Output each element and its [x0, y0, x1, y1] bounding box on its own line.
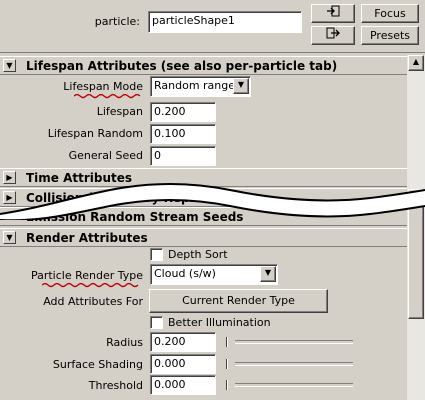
current-render-type-button[interactable]: Current Render Type: [149, 289, 328, 313]
input-arrow-icon: [326, 5, 340, 20]
header-area: particle: particleShape1 Focus Presets: [0, 0, 425, 50]
surface-shading-slider[interactable]: [235, 362, 353, 366]
particle-render-type-value: Cloud (s/w): [154, 267, 216, 280]
focus-button[interactable]: Focus: [361, 4, 419, 23]
lifespan-mode-label: Lifespan Mode: [63, 80, 143, 93]
better-illumination-checkbox[interactable]: [150, 316, 163, 329]
particle-render-type-label: Particle Render Type: [30, 269, 143, 282]
select-node-button[interactable]: [311, 4, 355, 23]
collapse-triangle-icon[interactable]: ▼: [3, 231, 16, 244]
red-underline-mark: [74, 93, 141, 99]
radius-slider-thumb[interactable]: [226, 337, 228, 347]
dropdown-arrow-icon[interactable]: ▼: [233, 78, 249, 94]
depth-sort-label: Depth Sort: [168, 248, 228, 261]
depth-sort-checkbox[interactable]: [150, 248, 163, 261]
output-arrow-icon: [326, 27, 340, 42]
output-node-button[interactable]: [311, 26, 355, 45]
vertical-scrollbar[interactable]: ▲: [407, 55, 425, 400]
lifespan-random-label: Lifespan Random: [47, 127, 143, 140]
general-seed-label: General Seed: [68, 149, 143, 162]
dropdown-arrow-icon[interactable]: ▼: [260, 266, 276, 282]
radius-field[interactable]: 0.200: [150, 332, 216, 352]
radius-slider[interactable]: [235, 340, 353, 344]
surface-shading-slider-thumb[interactable]: [226, 359, 228, 369]
better-illumination-label: Better Illumination: [168, 316, 271, 329]
add-attributes-label: Add Attributes For: [43, 295, 143, 308]
scroll-up-button[interactable]: ▲: [408, 55, 424, 71]
particle-name-field[interactable]: particleShape1: [148, 11, 302, 33]
page-tear-graphic: [0, 183, 425, 220]
lifespan-field[interactable]: 0.200: [150, 102, 216, 122]
threshold-slider-thumb[interactable]: [226, 380, 228, 390]
lifespan-mode-dropdown[interactable]: Random range ▼: [150, 76, 251, 97]
render-section-header[interactable]: ▼ Render Attributes: [0, 228, 407, 247]
lifespan-mode-value: Random range: [154, 79, 236, 92]
render-section-title: Render Attributes: [26, 231, 148, 245]
presets-button[interactable]: Presets: [361, 26, 419, 45]
threshold-slider[interactable]: [235, 383, 353, 387]
surface-shading-field[interactable]: 0.000: [150, 354, 216, 374]
collapse-triangle-icon[interactable]: ▼: [3, 59, 16, 72]
particle-render-type-dropdown[interactable]: Cloud (s/w) ▼: [150, 264, 278, 285]
general-seed-field[interactable]: 0: [150, 146, 216, 166]
threshold-field[interactable]: 0.000: [150, 375, 216, 395]
lifespan-section-title: Lifespan Attributes (see also per-partic…: [26, 59, 338, 73]
lifespan-label: Lifespan: [96, 105, 143, 118]
up-arrow-icon: ▲: [412, 57, 420, 66]
particle-label: particle:: [94, 15, 140, 28]
surface-shading-label: Surface Shading: [52, 358, 143, 371]
threshold-label: Threshold: [88, 379, 143, 392]
radius-label: Radius: [106, 336, 143, 349]
lifespan-random-field[interactable]: 0.100: [150, 124, 216, 144]
red-underline-mark: [42, 282, 139, 288]
lifespan-section-header[interactable]: ▼ Lifespan Attributes (see also per-part…: [0, 56, 407, 75]
